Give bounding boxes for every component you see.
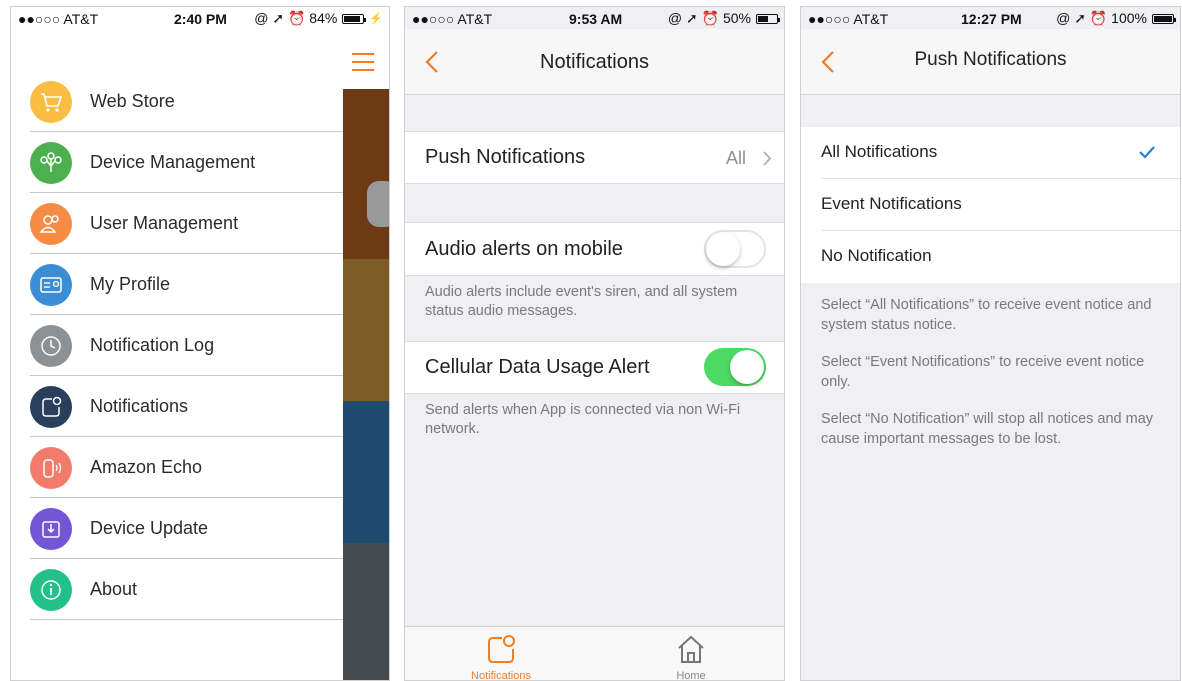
carrier-label: ●●○○○ AT&T <box>18 11 99 27</box>
users-icon <box>30 202 72 245</box>
carrier-label: ●●○○○ AT&T <box>412 11 493 27</box>
carrier-label: ●●○○○ AT&T <box>808 11 889 27</box>
status-icons-label: @ ➚ ⏰ 100% <box>1056 10 1147 26</box>
tab-home[interactable]: Home <box>646 633 736 681</box>
audio-alerts-note: Audio alerts include event's siren, and … <box>425 284 738 319</box>
menu-item-label: Device Update <box>90 518 209 538</box>
menu-item-label: Notification Log <box>90 335 215 355</box>
audio-alerts-label: Audio alerts on mobile <box>425 238 623 260</box>
side-menu-list: Web Store Device Management User Managemen… <box>11 71 343 620</box>
hamburger-menu-icon[interactable] <box>352 53 374 71</box>
menu-item-label: About <box>90 579 138 599</box>
audio-alerts-row: Audio alerts on mobile <box>405 222 784 276</box>
menu-item-notification-log[interactable]: Notification Log <box>11 315 343 376</box>
chevron-right-icon <box>763 151 772 166</box>
info-icon <box>30 568 72 611</box>
status-bar: ●●○○○ AT&T 9:53 AM @ ➚ ⏰ 50% <box>405 7 784 29</box>
menu-item-amazon-echo[interactable]: Amazon Echo <box>11 437 343 498</box>
menu-item-label: My Profile <box>90 274 171 294</box>
id-card-icon <box>30 263 72 306</box>
menu-item-label: Web Store <box>90 91 175 111</box>
content-peek-1[interactable] <box>343 89 389 259</box>
battery-icon <box>342 13 367 24</box>
nav-bar: Push Notifications <box>801 29 1180 95</box>
menu-item-user-management[interactable]: User Management <box>11 193 343 254</box>
status-bar: ●●○○○ AT&T 12:27 PM @ ➚ ⏰ 100% <box>801 7 1180 29</box>
status-icons-label: @ ➚ ⏰ 84% <box>254 10 338 26</box>
cellular-data-row: Cellular Data Usage Alert <box>405 341 784 394</box>
home-icon <box>678 635 704 663</box>
description-none: Select “No Notification” will stop all n… <box>821 411 1154 447</box>
content-peek-2[interactable] <box>343 259 389 401</box>
description-event: Select “Event Notifications” to receive … <box>821 354 1145 390</box>
menu-item-device-update[interactable]: Device Update <box>11 498 343 559</box>
status-right: @ ➚ ⏰ 50% <box>667 10 780 27</box>
menu-item-my-profile[interactable]: My Profile <box>11 254 343 315</box>
history-icon <box>30 324 72 367</box>
page-title: Notifications <box>540 51 649 73</box>
tab-notifications[interactable]: Notifications <box>456 633 546 681</box>
cellular-data-toggle[interactable] <box>704 348 766 386</box>
tab-home-label: Home <box>676 670 706 681</box>
clock-label: 12:27 PM <box>961 11 1022 27</box>
nav-bar: Notifications <box>405 29 784 95</box>
audio-alerts-toggle[interactable] <box>704 230 766 268</box>
option-all-notifications[interactable]: All Notifications <box>801 127 1180 179</box>
tab-bar: Notifications Home <box>405 626 784 680</box>
clock-label: 2:40 PM <box>174 11 227 27</box>
menu-item-web-store[interactable]: Web Store <box>11 71 343 132</box>
menu-item-label: Amazon Echo <box>90 457 203 477</box>
option-label: All Notifications <box>821 142 938 161</box>
option-event-notifications[interactable]: Event Notifications <box>801 179 1180 231</box>
status-right: @ ➚ ⏰ 100% <box>1056 10 1176 27</box>
option-label: Event Notifications <box>821 194 962 213</box>
notification-icon <box>488 635 515 663</box>
push-notifications-row[interactable]: Push Notifications All <box>405 131 784 184</box>
menu-item-notifications[interactable]: Notifications <box>11 376 343 437</box>
menu-item-label: Device Management <box>90 152 256 172</box>
status-icons-label: @ ➚ ⏰ 50% <box>667 10 751 26</box>
divider <box>30 619 343 620</box>
side-menu-screen: ●●○○○ AT&T 2:40 PM @ ➚ ⏰ 84% ⚡ Web Store… <box>10 6 390 681</box>
push-notifications-screen: ●●○○○ AT&T 12:27 PM @ ➚ ⏰ 100% Push Noti… <box>800 6 1181 681</box>
battery-icon <box>756 13 780 24</box>
content-peek-4[interactable] <box>343 543 389 680</box>
cellular-data-note: Send alerts when App is connected via no… <box>425 402 741 437</box>
menu-item-device-management[interactable]: Device Management <box>11 132 343 193</box>
checkmark-icon <box>1139 146 1155 159</box>
cart-icon <box>30 80 72 123</box>
push-notifications-label: Push Notifications <box>425 146 586 168</box>
echo-icon <box>30 446 72 489</box>
content-peek-3[interactable] <box>343 401 389 543</box>
menu-item-label: Notifications <box>90 396 189 416</box>
tab-notifications-label: Notifications <box>471 670 531 681</box>
status-right: @ ➚ ⏰ 84% ⚡ <box>254 10 383 26</box>
status-bar: ●●○○○ AT&T 2:40 PM @ ➚ ⏰ 84% ⚡ <box>11 7 389 29</box>
notification-icon <box>30 385 72 428</box>
cellular-data-label: Cellular Data Usage Alert <box>425 356 650 378</box>
notifications-screen: ●●○○○ AT&T 9:53 AM @ ➚ ⏰ 50% Notificatio… <box>404 6 785 681</box>
push-notifications-value: All <box>725 148 746 168</box>
option-no-notification[interactable]: No Notification <box>801 231 1180 283</box>
menu-item-about[interactable]: About <box>11 559 343 620</box>
device-tree-icon <box>30 141 72 184</box>
clock-label: 9:53 AM <box>569 11 623 27</box>
battery-icon <box>1152 13 1176 24</box>
option-label: No Notification <box>821 246 932 265</box>
description-all: Select “All Notifications” to receive ev… <box>821 297 1152 333</box>
menu-item-label: User Management <box>90 213 239 233</box>
update-icon <box>30 507 72 550</box>
page-title: Push Notifications <box>914 49 1067 70</box>
